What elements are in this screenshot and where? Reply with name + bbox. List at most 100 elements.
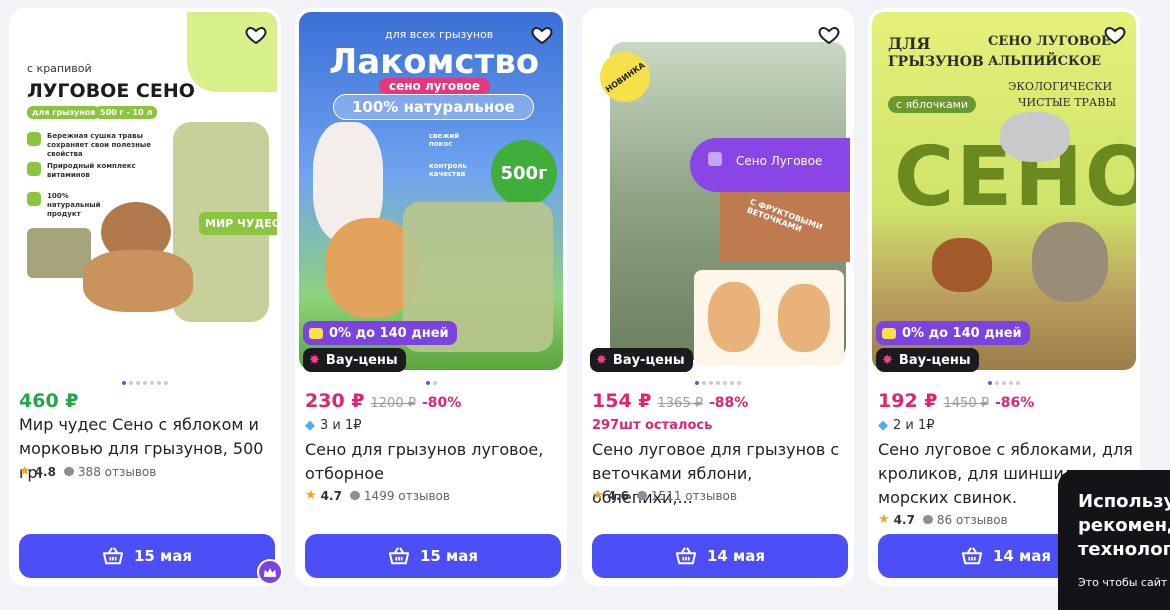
image-feature: свежий покос (429, 132, 460, 148)
card-icon (882, 327, 896, 339)
image-feature: контроль качества (429, 162, 467, 178)
stock-left: 297шт осталось (592, 418, 713, 433)
image-label: Сено Луговое (736, 154, 823, 168)
popup-heading-line: рекоменд (1078, 515, 1170, 536)
installment-badge: 0% до 140 дней (303, 321, 457, 345)
rating-value: 4.7 (320, 488, 342, 503)
title-line: отборное (305, 464, 385, 483)
comment-bubble-icon (63, 467, 74, 476)
image-pagination[interactable] (868, 381, 1140, 385)
grid-icon (708, 152, 722, 166)
basket-icon (961, 547, 983, 565)
rating-row[interactable]: ★ 4.6 1511 отзывов (592, 488, 737, 503)
delivery-date: 15 мая (419, 547, 479, 565)
installment-badge: 0% до 140 дней (876, 321, 1030, 345)
crown-icon (257, 559, 283, 585)
current-price: 230 ₽ (305, 390, 365, 412)
image-pagination[interactable] (295, 381, 567, 385)
cookie-consent-popup[interactable]: Использу рекоменд технологи Это чтобы са… (1058, 470, 1170, 610)
burst-icon: ✸ (309, 352, 320, 368)
burst-icon: ✸ (596, 352, 607, 368)
image-caption: с крапивой (27, 62, 92, 75)
image-caption: для всех грызунов (385, 28, 494, 41)
rating-row[interactable]: ★ 4.7 86 отзывов (878, 512, 1008, 527)
title-line: Мир чудес Сено с яблоком и (19, 415, 259, 434)
image-pill: 500 г - 10 л (95, 106, 158, 119)
burst-icon: ✸ (882, 352, 893, 368)
add-to-cart-button[interactable]: 15 мая (19, 534, 275, 578)
image-pill: сено луговое (379, 78, 491, 94)
diamond-icon: ◆ (305, 418, 315, 433)
image-pill: для грызунов (27, 106, 101, 119)
wow-price-badge: ✸ Вау-цены (590, 348, 693, 372)
image-pagination[interactable] (582, 381, 854, 385)
image-feature: Бережная сушка травы сохраняет свои поле… (47, 132, 152, 158)
star-icon: ★ (878, 512, 890, 527)
favorite-heart-icon[interactable] (241, 20, 271, 50)
image-feature: Природный комплекс витаминов (47, 162, 136, 179)
image-text: АЛЬПИЙСКОЕ (988, 54, 1102, 69)
favorite-heart-icon[interactable] (527, 20, 557, 50)
card-icon (309, 327, 323, 339)
rating-row[interactable]: ★ 4.7 1499 отзывов (305, 488, 450, 503)
product-card[interactable]: с крапивой ЛУГОВОЕ СЕНО для грызунов 500… (9, 8, 281, 586)
rating-value: 4.8 (34, 464, 56, 479)
reviews-count: 86 отзывов (936, 512, 1008, 527)
price-row: 230 ₽ 1200 ₽ -80% (305, 390, 461, 412)
delivery-date: 14 мая (706, 547, 766, 565)
star-icon: ★ (19, 464, 31, 479)
chinchilla-figure (1000, 112, 1070, 162)
reviews-count: 1511 отзывов (650, 488, 737, 503)
guinea-pig-figure (932, 238, 992, 292)
rating-value: 4.7 (893, 512, 915, 527)
current-price: 460 ₽ (19, 390, 79, 412)
hay-sample (27, 228, 91, 278)
hamster-figure (778, 284, 830, 352)
title-line: Сено луговое для грызунов с (592, 440, 840, 459)
promo-row: ◆ 2 и 1₽ (878, 418, 935, 433)
guinea-pig-figure (83, 250, 193, 312)
promo-row: ◆ 3 и 1₽ (305, 418, 362, 433)
old-price: 1365 ₽ (657, 396, 704, 411)
comment-bubble-icon (636, 491, 647, 500)
add-to-cart-button[interactable]: 15 мая (305, 534, 561, 578)
delivery-date: 15 мая (133, 547, 193, 565)
hamster-figure (708, 282, 760, 352)
leaf-icon (27, 192, 41, 206)
star-icon: ★ (305, 488, 317, 503)
rabbit-figure (1032, 222, 1108, 302)
add-to-cart-button[interactable]: 14 мая (592, 534, 848, 578)
product-image[interactable]: ДЛЯ ГРЫЗУНОВ СЕНО ЛУГОВОЕ АЛЬПИЙСКОЕ ЭКО… (872, 12, 1136, 370)
price-row: 154 ₽ 1365 ₽ -88% (592, 390, 748, 412)
thumb-icon (27, 132, 41, 146)
image-pill: 100% натуральное (333, 94, 534, 120)
rating-row[interactable]: ★ 4.8 388 отзывов (19, 464, 156, 479)
image-text: ГРЫЗУНОВ (888, 54, 984, 70)
delivery-date: 14 мая (992, 547, 1052, 565)
product-card[interactable]: для всех грызунов Лакомство сено луговое… (295, 8, 567, 586)
product-card[interactable]: НОВИНКА Сено Луговое С ФРУКТОВЫМИ ВЕТОЧК… (582, 8, 854, 586)
reviews-count: 388 отзывов (77, 464, 157, 479)
product-title[interactable]: Сено для грызунов луговое, отборное (305, 438, 561, 486)
image-text: ЭКОЛОГИЧЕСКИ (1008, 80, 1113, 93)
basket-icon (102, 547, 124, 565)
basket-icon (388, 547, 410, 565)
current-price: 192 ₽ (878, 390, 938, 412)
package-label: МИР ЧУДЕС (199, 212, 277, 235)
image-headline: ЛУГОВОЕ СЕНО (27, 80, 195, 102)
image-text: ЧИСТЫЕ ТРАВЫ (1018, 96, 1117, 109)
image-pagination[interactable] (9, 381, 281, 385)
reviews-count: 1499 отзывов (363, 488, 450, 503)
image-text: СЕНО ЛУГОВОЕ (988, 34, 1111, 49)
favorite-heart-icon[interactable] (814, 20, 844, 50)
image-text: ДЛЯ (888, 34, 931, 53)
favorite-heart-icon[interactable] (1100, 20, 1130, 50)
product-image[interactable]: с крапивой ЛУГОВОЕ СЕНО для грызунов 500… (13, 12, 277, 370)
title-line: Сено луговое с яблоками, для (878, 440, 1133, 459)
comment-bubble-icon (922, 515, 933, 524)
diamond-icon: ◆ (878, 418, 888, 433)
price-row: 192 ₽ 1450 ₽ -86% (878, 390, 1034, 412)
product-image[interactable]: для всех грызунов Лакомство сено луговое… (299, 12, 563, 370)
product-image[interactable]: НОВИНКА Сено Луговое С ФРУКТОВЫМИ ВЕТОЧК… (586, 12, 850, 370)
popup-heading-line: технологи (1078, 539, 1170, 560)
